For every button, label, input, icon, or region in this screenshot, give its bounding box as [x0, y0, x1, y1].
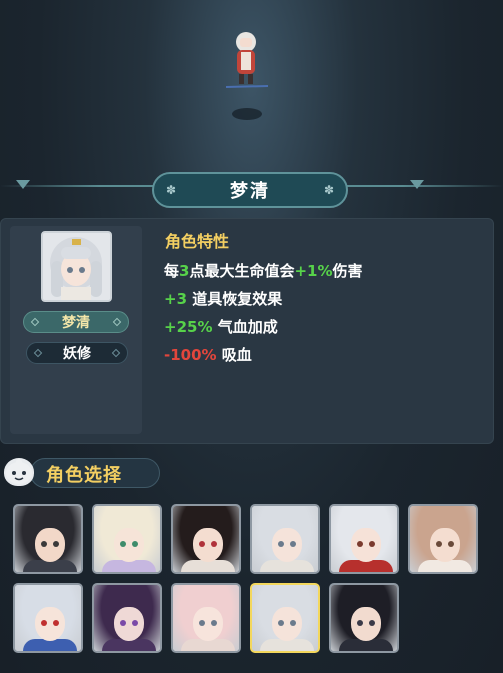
- portrait-eye: [448, 541, 454, 547]
- trait-text: +25%: [164, 318, 213, 336]
- portrait-face: [272, 607, 302, 641]
- portrait-eye: [357, 541, 363, 547]
- roster-portrait[interactable]: [329, 504, 399, 574]
- trait-text: +1%: [294, 262, 333, 280]
- character-stage: [0, 0, 503, 175]
- portrait-eye: [132, 620, 138, 626]
- roster-portrait[interactable]: [250, 583, 320, 653]
- trait-text: 吸血: [216, 346, 252, 364]
- portrait-face: [193, 607, 223, 641]
- character-roster-grid: [13, 504, 483, 656]
- portrait-body: [102, 639, 156, 651]
- mascot-icon: [4, 458, 34, 486]
- character-type-tag: 妖修: [26, 342, 128, 364]
- portrait-body: [23, 560, 77, 572]
- portrait-eye: [41, 541, 47, 547]
- traits-heading: 角色特性: [165, 232, 230, 251]
- portrait-eye: [436, 541, 442, 547]
- diamond-icon: [111, 348, 121, 358]
- portrait-eye: [369, 620, 375, 626]
- flower-icon: ✽: [323, 183, 335, 197]
- character-portrait: [41, 231, 112, 302]
- character-name-banner: ✽ 梦清 ✽: [152, 172, 348, 208]
- portrait-body: [102, 560, 156, 572]
- roster-portrait[interactable]: [92, 583, 162, 653]
- character-name-label: 梦清: [62, 315, 90, 331]
- trait-text: 伤害: [332, 262, 363, 280]
- portrait-body: [260, 639, 314, 651]
- portrait-body: [339, 639, 393, 651]
- portrait-eye: [290, 541, 296, 547]
- portrait-body: [339, 560, 393, 572]
- trait-line: 每3点最大生命值会+1%伤害: [164, 260, 363, 281]
- portrait-face: [114, 528, 144, 562]
- portrait-eye: [199, 620, 205, 626]
- portrait-eye: [211, 541, 217, 547]
- selection-title: 角色选择: [46, 465, 122, 486]
- roster-portrait[interactable]: [250, 504, 320, 574]
- portrait-face: [272, 528, 302, 562]
- portrait-body: [418, 560, 472, 572]
- portrait-eye: [357, 620, 363, 626]
- roster-portrait[interactable]: [408, 504, 478, 574]
- character-name-title: 梦清: [230, 181, 270, 202]
- portrait-face: [114, 607, 144, 641]
- portrait-eye: [278, 541, 284, 547]
- roster-portrait[interactable]: [13, 504, 83, 574]
- portrait-eye: [53, 541, 59, 547]
- roster-portrait[interactable]: [329, 583, 399, 653]
- portrait-body: [23, 639, 77, 651]
- trait-line: -100% 吸血: [164, 344, 252, 365]
- character-name-tag: 梦清: [23, 311, 129, 333]
- portrait-face: [193, 528, 223, 562]
- portrait-eye: [369, 541, 375, 547]
- diamond-icon: [30, 317, 40, 327]
- portrait-face: [351, 528, 381, 562]
- character-sprite: [225, 32, 269, 88]
- trait-text: 每: [164, 262, 180, 280]
- trait-text: 3: [179, 262, 190, 280]
- trait-line: +25% 气血加成: [164, 316, 278, 337]
- portrait-eye: [53, 620, 59, 626]
- roster-portrait[interactable]: [171, 504, 241, 574]
- sprite-shadow: [232, 108, 262, 120]
- diamond-icon: [112, 317, 122, 327]
- portrait-face: [351, 607, 381, 641]
- trait-text: 点最大生命值会: [189, 262, 295, 280]
- flower-icon: ✽: [165, 183, 177, 197]
- portrait-face: [35, 607, 65, 641]
- portrait-body: [260, 560, 314, 572]
- portrait-eye: [132, 541, 138, 547]
- trait-text: +3: [164, 290, 188, 308]
- portrait-eye: [278, 620, 284, 626]
- portrait-eye: [41, 620, 47, 626]
- portrait-eye: [211, 620, 217, 626]
- portrait-eye: [199, 541, 205, 547]
- trait-text: 道具恢复效果: [187, 290, 283, 308]
- portrait-eye: [290, 620, 296, 626]
- roster-portrait[interactable]: [92, 504, 162, 574]
- character-type-label: 妖修: [63, 346, 91, 362]
- trait-text: -100%: [164, 346, 217, 364]
- portrait-face: [430, 528, 460, 562]
- banner-marker-left: [16, 180, 30, 189]
- portrait-body: [181, 639, 235, 651]
- roster-portrait[interactable]: [171, 583, 241, 653]
- portrait-eye: [120, 620, 126, 626]
- roster-portrait[interactable]: [13, 583, 83, 653]
- portrait-body: [181, 560, 235, 572]
- trait-text: 气血加成: [212, 318, 278, 336]
- trait-line: +3 道具恢复效果: [164, 288, 282, 309]
- portrait-face: [35, 528, 65, 562]
- banner-marker-right: [410, 180, 424, 189]
- portrait-eye: [120, 541, 126, 547]
- diamond-icon: [33, 348, 43, 358]
